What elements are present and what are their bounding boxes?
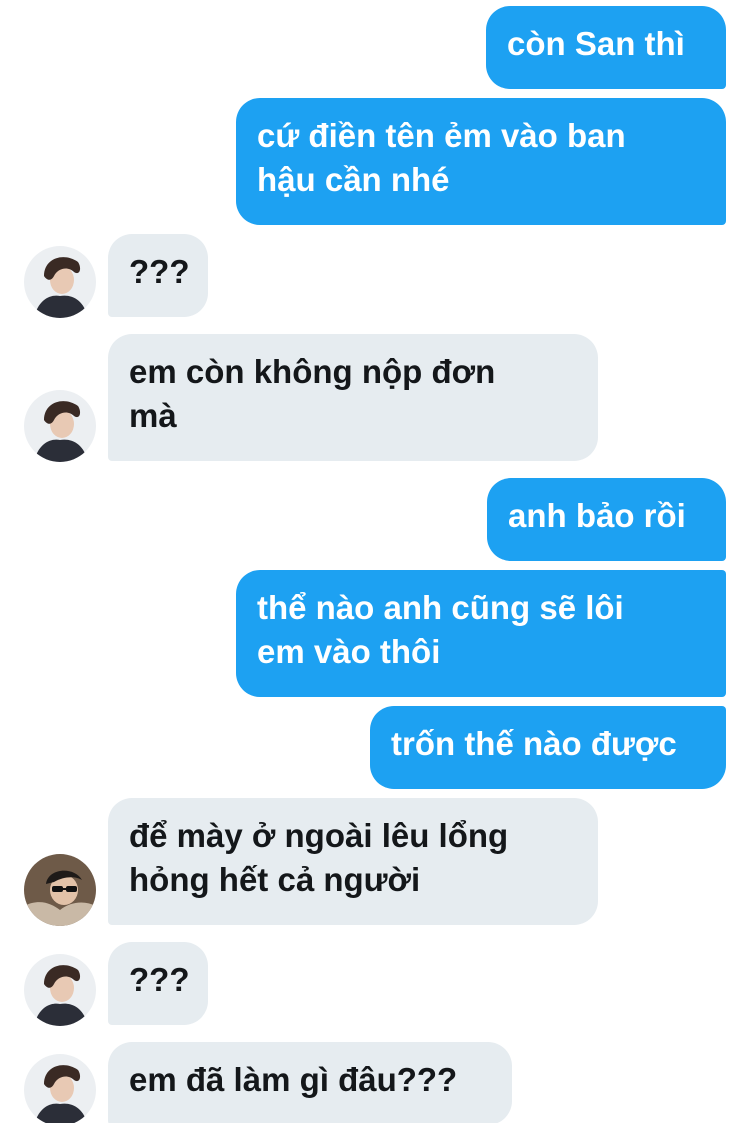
incoming-message-bubble[interactable]: ???	[108, 942, 208, 1025]
sender-avatar[interactable]	[24, 854, 96, 926]
incoming-message-bubble[interactable]: ???	[108, 234, 208, 317]
avatar-photo-icon	[24, 390, 96, 462]
avatar-photo-icon	[24, 854, 96, 926]
contact-avatar[interactable]	[24, 954, 96, 1026]
incoming-message-bubble[interactable]: em còn không nộp đơn mà	[108, 334, 598, 461]
outgoing-message-bubble[interactable]: cứ điền tên ẻm vào ban hậu cần nhé	[236, 98, 726, 225]
avatar-photo-icon	[24, 954, 96, 1026]
incoming-message-bubble[interactable]: để mày ở ngoài lêu lổng hỏng hết cả ngườ…	[108, 798, 598, 925]
contact-avatar[interactable]	[24, 1054, 96, 1123]
incoming-message-bubble[interactable]: em đã làm gì đâu???	[108, 1042, 512, 1123]
avatar-photo-icon	[24, 246, 96, 318]
outgoing-message-bubble[interactable]: thể nào anh cũng sẽ lôi em vào thôi	[236, 570, 726, 697]
contact-avatar[interactable]	[24, 246, 96, 318]
outgoing-message-bubble[interactable]: anh bảo rồi	[487, 478, 726, 561]
contact-avatar[interactable]	[24, 390, 96, 462]
outgoing-message-bubble[interactable]: còn San thì	[486, 6, 726, 89]
avatar-photo-icon	[24, 1054, 96, 1123]
outgoing-message-bubble[interactable]: trốn thế nào được	[370, 706, 726, 789]
